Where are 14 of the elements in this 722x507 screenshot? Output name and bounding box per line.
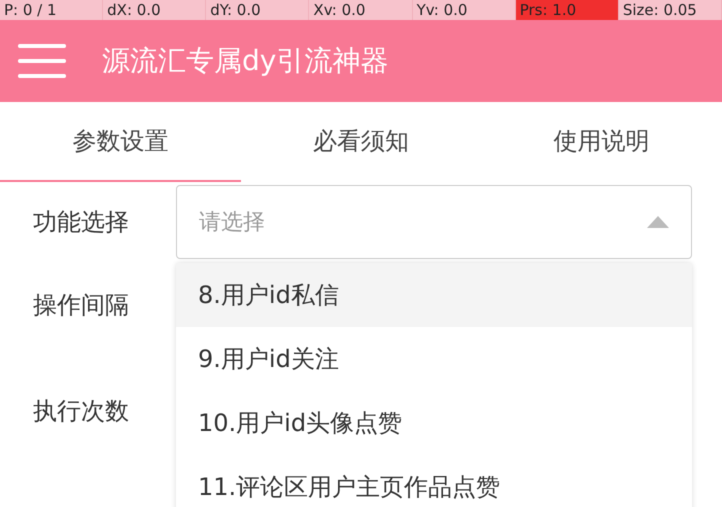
menu-icon[interactable]: [18, 44, 66, 78]
tab[interactable]: 使用说明: [481, 102, 722, 182]
tab[interactable]: 参数设置: [0, 102, 241, 182]
dropdown-option[interactable]: 8.用户id私信: [176, 263, 692, 327]
app-title: 源流汇专属dy引流神器: [102, 43, 388, 79]
tab[interactable]: 必看须知: [240, 102, 482, 182]
caret-icon: [647, 216, 669, 228]
field-label: 执行次数: [33, 396, 130, 427]
dropdown-option[interactable]: 10.用户id头像点赞: [176, 391, 692, 455]
field-label: 操作间隔: [33, 290, 130, 321]
dropdown-option[interactable]: 11.评论区用户主页作品点赞: [176, 455, 692, 507]
field-label: 功能选择: [33, 207, 130, 238]
debug-reading: Prs: 1.0: [516, 0, 619, 20]
dropdown-option[interactable]: 9.用户id关注: [176, 327, 692, 391]
